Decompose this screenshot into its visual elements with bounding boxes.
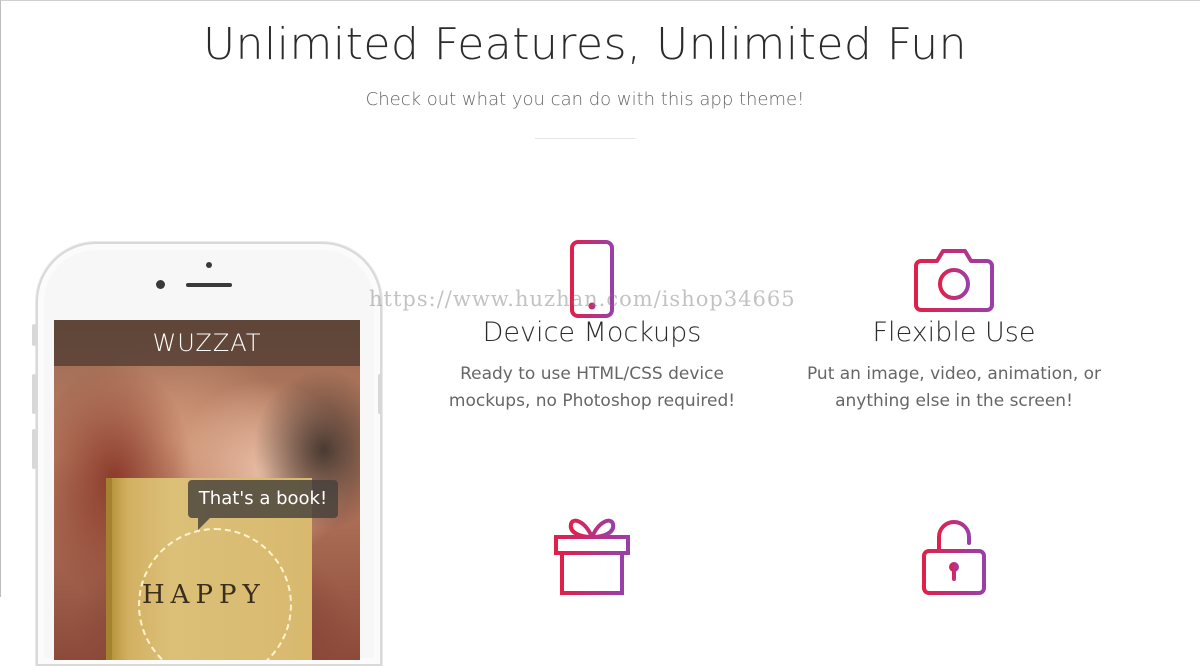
section-subtitle: Check out what you can do with this app … xyxy=(365,89,805,110)
feature-unlock xyxy=(784,513,1124,598)
phone-volume-up-button xyxy=(32,374,36,414)
unlock-icon xyxy=(919,515,989,601)
phone-sensor xyxy=(206,262,212,268)
feature-description-line1: Ready to use HTML/CSS device xyxy=(460,364,724,384)
camera-icon xyxy=(913,245,995,317)
phone-power-button xyxy=(378,374,382,414)
feature-title: Flexible Use xyxy=(872,317,1036,348)
phone-speaker xyxy=(186,283,232,287)
feature-gift xyxy=(422,513,762,598)
feature-flexible-use: Flexible Use Put an image, video, animat… xyxy=(784,237,1124,427)
app-header-bar: WUZZAT xyxy=(54,320,360,366)
watermark-url: https://www.huzhan.com/ishop34665 xyxy=(369,287,796,311)
speech-bubble: That's a book! xyxy=(188,480,338,530)
phone-mute-switch xyxy=(32,324,36,346)
app-title: WUZZAT xyxy=(152,329,262,357)
phone-volume-down-button xyxy=(32,429,36,469)
title-divider xyxy=(535,138,635,139)
phone-mockup: HAPPY WUZZAT That's a book! xyxy=(32,242,382,666)
feature-description-line2: anything else in the screen! xyxy=(835,391,1073,411)
feature-device-mockups: Device Mockups Ready to use HTML/CSS dev… xyxy=(422,237,762,427)
gift-icon xyxy=(551,515,633,601)
feature-title: Device Mockups xyxy=(482,317,702,348)
section-title: Unlimited Features, Unlimited Fun xyxy=(202,19,968,70)
phone-screen: HAPPY WUZZAT That's a book! xyxy=(54,320,360,660)
phone-camera xyxy=(156,280,165,289)
speech-bubble-text: That's a book! xyxy=(198,488,328,509)
feature-description-line1: Put an image, video, animation, or xyxy=(806,364,1102,384)
book-cover-text: HAPPY xyxy=(142,580,266,610)
feature-description-line2: mockups, no Photoshop required! xyxy=(448,391,736,411)
